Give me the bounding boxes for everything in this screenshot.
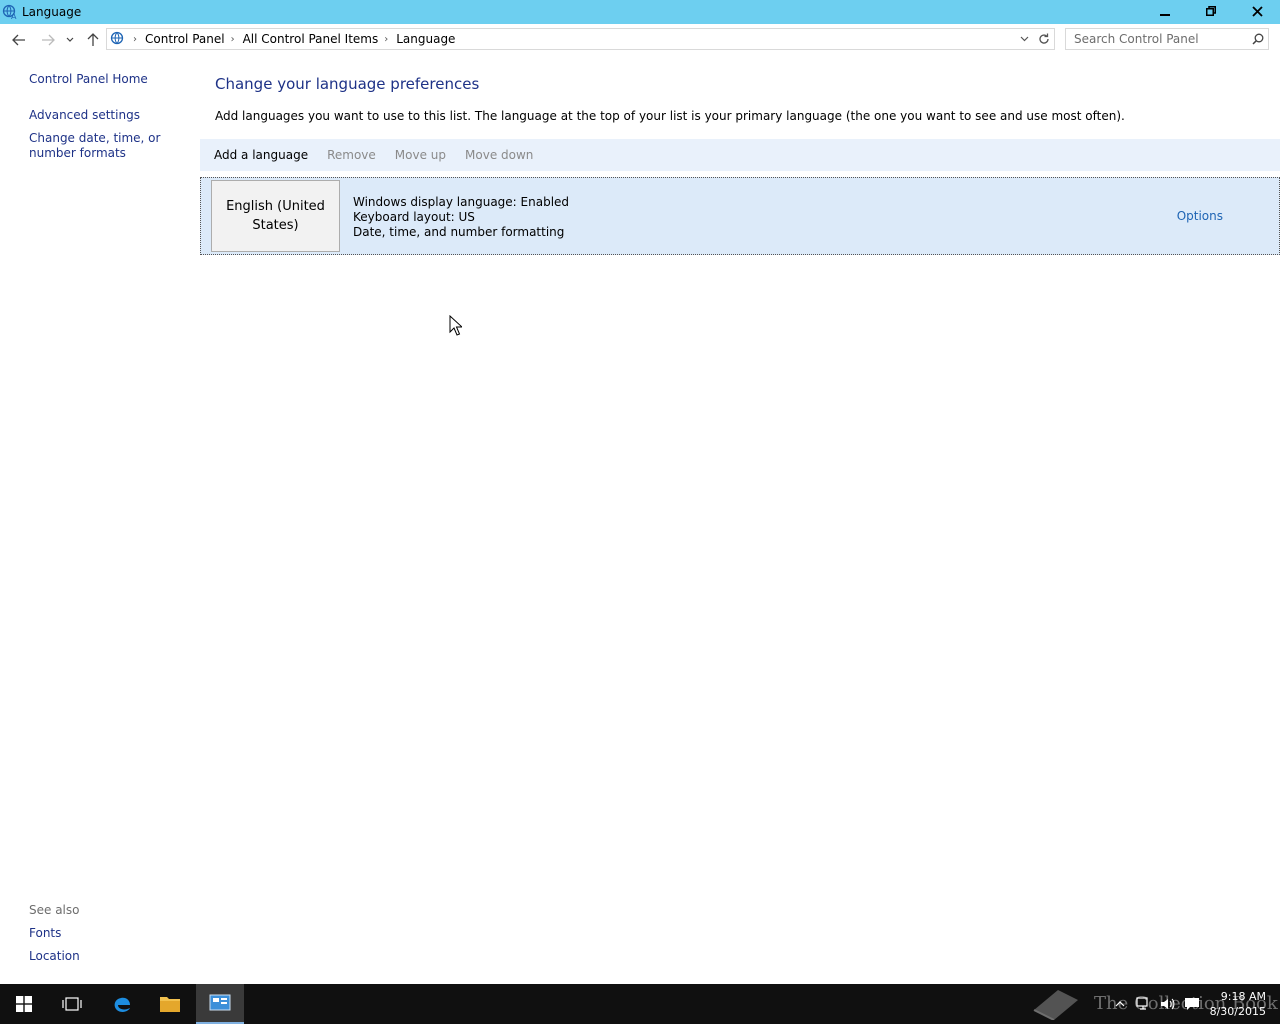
language-toolbar: Add a language Remove Move up Move down [200, 139, 1280, 171]
search-icon[interactable] [1248, 29, 1268, 49]
fonts-link[interactable]: Fonts [29, 926, 194, 941]
formatting-status: Date, time, and number formatting [353, 225, 565, 239]
left-navigation: Control Panel Home Advanced settings Cha… [0, 55, 200, 983]
remove-button[interactable]: Remove [327, 148, 376, 162]
control-panel-home-link[interactable]: Control Panel Home [29, 72, 194, 87]
add-language-button[interactable]: Add a language [214, 148, 308, 162]
move-up-button[interactable]: Move up [395, 148, 446, 162]
svg-text:A: A [11, 12, 17, 20]
language-location-icon [109, 30, 127, 48]
task-view-button[interactable] [48, 984, 96, 1024]
address-row: › Control Panel › All Control Panel Item… [0, 24, 1280, 55]
task-view-icon [62, 997, 82, 1011]
title-bar: A Language [0, 0, 1280, 24]
breadcrumb-separator-icon[interactable]: › [384, 34, 388, 45]
edge-browser-button[interactable] [98, 984, 146, 1024]
breadcrumb-language[interactable]: Language [396, 32, 455, 46]
clock-time: 9:18 AM [1220, 990, 1266, 1003]
page-description: Add languages you want to use to this li… [215, 109, 1125, 123]
language-app-icon: A [2, 4, 18, 20]
windows-logo-icon [16, 996, 32, 1012]
forward-arrow-icon[interactable] [38, 30, 58, 50]
address-bar[interactable]: › Control Panel › All Control Panel Item… [106, 28, 1055, 50]
minimize-button[interactable] [1142, 0, 1188, 22]
page-title: Change your language preferences [215, 75, 480, 93]
options-link[interactable]: Options [1177, 209, 1223, 223]
restore-button[interactable] [1188, 0, 1234, 22]
location-link[interactable]: Location [29, 949, 194, 964]
clock-date: 8/30/2015 [1209, 1005, 1266, 1018]
see-also-label: See also [29, 903, 80, 917]
taskbar-clock[interactable]: 9:18 AM 8/30/2015 [1210, 989, 1266, 1019]
language-name-tile[interactable]: English (United States) [211, 180, 340, 252]
edge-icon [114, 997, 130, 1012]
taskbar: The Collection Book 9:18 AM 8/30/2015 [0, 984, 1280, 1024]
control-panel-icon [209, 994, 231, 1011]
search-box[interactable] [1065, 28, 1269, 50]
breadcrumb-separator-icon[interactable]: › [231, 34, 235, 45]
refresh-icon[interactable] [1034, 29, 1054, 49]
address-dropdown-chevron-icon[interactable] [1014, 29, 1034, 49]
volume-icon[interactable] [1156, 992, 1180, 1016]
close-button[interactable] [1234, 0, 1280, 22]
network-icon[interactable] [1132, 992, 1156, 1016]
show-hidden-icons-chevron-icon[interactable] [1108, 992, 1132, 1016]
move-down-button[interactable]: Move down [465, 148, 533, 162]
system-tray: 9:18 AM 8/30/2015 [1108, 984, 1266, 1024]
folder-icon [160, 997, 180, 1012]
language-details: Windows display language: Enabled Keyboa… [353, 195, 569, 240]
main-content: Change your language preferences Add lan… [200, 55, 1280, 983]
file-explorer-button[interactable] [146, 984, 194, 1024]
mouse-cursor-icon [449, 314, 464, 339]
breadcrumb-separator-icon[interactable]: › [133, 34, 137, 45]
display-language-status: Windows display language: Enabled [353, 195, 570, 209]
change-date-time-formats-link[interactable]: Change date, time, or number formats [29, 131, 194, 161]
language-list-item[interactable]: English (United States) Windows display … [200, 177, 1280, 255]
breadcrumb-all-items[interactable]: All Control Panel Items [243, 32, 379, 46]
recent-locations-chevron-icon[interactable] [62, 30, 78, 50]
keyboard-layout-status: Keyboard layout: US [353, 210, 475, 224]
start-button[interactable] [0, 984, 48, 1024]
up-arrow-icon[interactable] [83, 30, 103, 50]
advanced-settings-link[interactable]: Advanced settings [29, 108, 194, 123]
control-panel-taskbar-button[interactable] [196, 984, 244, 1024]
book-watermark-icon [1033, 990, 1078, 1020]
back-arrow-icon[interactable] [9, 30, 29, 50]
window-title: Language [22, 5, 82, 19]
breadcrumb-control-panel[interactable]: Control Panel [145, 32, 225, 46]
search-input[interactable] [1074, 32, 1249, 46]
action-center-icon[interactable] [1180, 992, 1204, 1016]
